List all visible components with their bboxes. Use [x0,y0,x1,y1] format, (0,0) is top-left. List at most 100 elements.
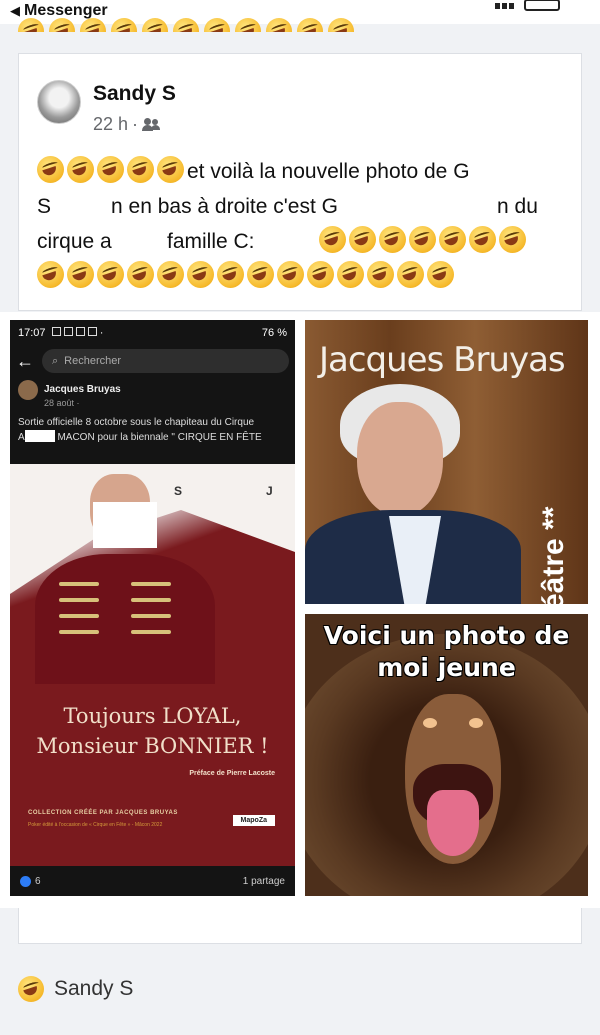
post-text-segment: famille C: [167,230,255,253]
rofl-emoji-icon [187,261,214,288]
previous-post-emoji-row [18,18,378,32]
rofl-emoji-icon [235,18,261,32]
post-text-segment: n du [497,195,538,218]
rofl-emoji-icon [67,156,94,183]
inner-body-text: MACON pour la biennale " CIRQUE EN FÊTE [57,432,262,443]
laughing-emoji-icon [18,976,44,1002]
rofl-emoji-icon [328,18,354,32]
rofl-emoji-icon [204,18,230,32]
rofl-emoji-icon [277,261,304,288]
post-text: et voilà la nouvelle photo de G S n en b… [37,154,577,294]
inner-time: 17:07 [18,327,46,339]
rofl-emoji-icon [427,261,454,288]
inner-post-footer: 6 1 partage [10,866,295,896]
post-card-footer [18,908,582,944]
monkey-meme-image[interactable]: Voici un photo de moi jeune [305,614,588,896]
back-arrow-icon: ← [16,350,34,371]
rofl-emoji-icon [397,261,424,288]
rofl-emoji-icon [49,18,75,32]
meta-separator: · [132,114,139,134]
signal-icon [495,0,516,14]
face-redaction [93,502,157,548]
rofl-emoji-icon [37,156,64,183]
post-text-line-4 [37,259,577,294]
rofl-emoji-icon [439,226,466,253]
ringmaster-figure [35,474,265,684]
post-author-name[interactable]: Sandy S [93,82,176,106]
rofl-emoji-icon [217,261,244,288]
author-avatar[interactable] [37,80,81,124]
status-indicators [495,0,560,14]
post-text-segment: et voilà la nouvelle photo de G [187,160,470,183]
post-text-emoji-run [319,224,529,259]
inner-battery: 76 % [261,327,287,339]
meme-caption-line: moi jeune [377,653,516,682]
search-placeholder: Rechercher [64,355,122,367]
shares-count: 1 partage [242,875,285,887]
cover-preface: Préface de Pierre Lacoste [189,770,275,777]
inner-author-name: Jacques Bruyas [44,384,121,395]
like-reaction-icon [20,875,31,887]
rofl-emoji-icon [379,226,406,253]
rofl-emoji-icon [80,18,106,32]
inner-body-line: Sortie officielle 8 octobre sous le chap… [18,417,255,428]
meme-caption: Voici un photo de moi jeune [305,620,588,684]
inner-post-date: 28 août · [44,398,80,408]
inner-post: Jacques Bruyas 28 août · Sortie officiel… [10,376,295,449]
rofl-emoji-icon [297,18,323,32]
rofl-emoji-icon [127,156,154,183]
rofl-emoji-icon [469,226,496,253]
rofl-emoji-icon [367,261,394,288]
notification-icons: · [51,327,103,339]
inner-search-row: ← ⌕ Rechercher [10,346,295,376]
reactions-count: 6 [35,875,41,887]
rofl-emoji-icon [127,261,154,288]
battery-icon [524,0,560,11]
inner-search-box: ⌕ Rechercher [42,349,289,373]
post-time[interactable]: 22 h [93,114,128,135]
edition-logo: MapoZa [232,815,275,826]
portrait-vertical-text: éâtre ** [537,506,570,604]
rofl-emoji-icon [337,261,364,288]
tired-emoji-icon [37,261,64,288]
next-post-header: Sandy S [18,976,133,1002]
post-card: Sandy S 22 h · et voilà la nouvelle phot… [18,53,582,311]
rofl-emoji-icon [67,261,94,288]
screenshot-image[interactable]: 17:07 · 76 % ← ⌕ Rechercher Jacques Bruy… [10,320,295,896]
post-image-grid: 17:07 · 76 % ← ⌕ Rechercher Jacques Bruy… [0,312,600,908]
cover-title-line: Toujours LOYAL, [63,704,242,728]
rofl-emoji-icon [499,226,526,253]
inner-avatar [18,380,38,400]
post-text-segment: n en bas à droite c'est G [111,195,338,218]
rofl-emoji-icon [97,156,124,183]
cover-letter: J [266,484,273,498]
inner-status-bar: 17:07 · 76 % [10,320,295,346]
rofl-emoji-icon [157,156,184,183]
rofl-emoji-icon [142,18,168,32]
rofl-emoji-icon [157,261,184,288]
rofl-emoji-icon [97,261,124,288]
portrait-name: Jacques Bruyas [319,340,566,380]
rofl-emoji-icon [266,18,292,32]
rofl-emoji-icon [111,18,137,32]
book-cover: S J Toujours LOYAL, Monsieur BONNIER ! P… [10,464,295,866]
rofl-emoji-icon [307,261,334,288]
portrait-image[interactable]: Jacques Bruyas éâtre ** [305,320,588,604]
post-text-line-3: cirque a famille C: [37,224,577,259]
rofl-emoji-icon [18,18,44,32]
post-meta: 22 h · [93,114,161,135]
next-post-author[interactable]: Sandy S [54,977,133,1001]
inner-post-body: Sortie officielle 8 octobre sous le chap… [18,416,287,445]
inner-body-line: A MACON pour la biennale " CIRQUE EN FÊT… [18,430,287,445]
rofl-emoji-icon [173,18,199,32]
redaction-block [24,430,55,442]
rofl-emoji-icon [349,226,376,253]
meme-caption-line: Voici un photo de [323,621,570,650]
back-arrow-icon: ◀ [10,3,20,18]
cover-small-print: Poker édité à l'occasion de « Cirque en … [28,822,163,828]
post-text-segment: cirque a [37,230,112,253]
post-text-segment: S [37,195,52,218]
laughing-emoji-icon [319,226,346,253]
inner-body-text: A [18,432,25,443]
post-text-line-2: S n en bas à droite c'est G n du [37,189,577,224]
